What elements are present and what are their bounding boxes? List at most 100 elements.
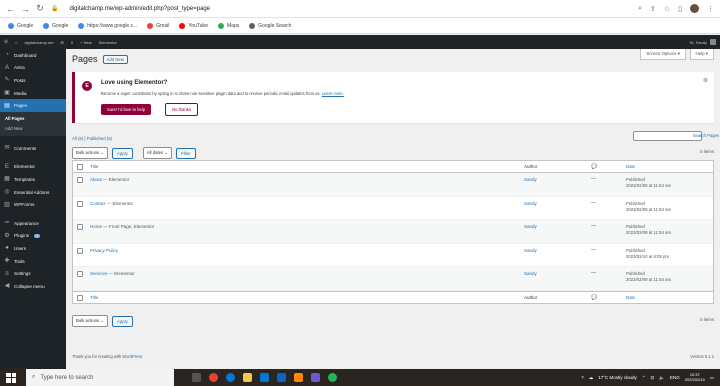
new-content-link[interactable]: + New [80,40,91,45]
bookmark-5[interactable]: Maps [218,22,239,29]
title-cell[interactable]: Contact — Elementor [90,201,133,206]
search-icon[interactable]: ⌕ [638,5,642,13]
sidepanel-icon[interactable]: ▯ [678,5,682,13]
row-checkbox[interactable] [77,164,83,170]
bookmark-3[interactable]: Gmail [147,22,169,29]
elementor-link[interactable]: Elementor [99,40,117,45]
sidebar-item-elementor[interactable]: E Elementor [0,161,66,174]
dismiss-icon[interactable]: ⊗ [703,77,708,84]
lock-icon[interactable]: 🔒 [51,5,58,12]
help-icon[interactable]: ? [581,375,584,380]
sidebar-item-collapse-menu[interactable]: ◀ Collapse menu [0,280,66,293]
taskbar-search[interactable]: ⌕ Type here to search [26,369,174,386]
apply-button[interactable]: Apply [111,147,133,159]
author-cell[interactable]: Author [524,164,537,169]
sidebar-item-tools[interactable]: ✚ Tools [0,255,66,268]
submenu-item-add-new[interactable]: Add New [0,124,66,134]
weather-text[interactable]: 17°C Mostly cloudy [598,375,637,380]
page-title-link[interactable]: Services [90,271,107,276]
page-title-link[interactable]: Title [90,164,98,169]
edge-icon[interactable] [226,373,235,382]
author-cell[interactable]: Sandy [524,271,537,276]
tray-arrow-icon[interactable]: ⌃ [642,375,646,381]
page-title-link[interactable]: Privacy Policy [90,248,118,253]
spotify-icon[interactable] [328,373,337,382]
apply-button-bottom[interactable]: Apply [111,315,133,327]
page-title-link[interactable]: Contact [90,201,106,206]
profile-avatar[interactable] [690,4,699,13]
title-cell[interactable]: Privacy Policy [90,248,118,253]
star-icon[interactable]: ☆ [664,5,670,13]
sidebar-item-appearance[interactable]: ✑ Appearance [0,217,66,230]
sidebar-item-media[interactable]: ▣ Media [0,87,66,100]
add-new-button[interactable]: Add New [102,54,128,64]
sidebar-item-wpforms[interactable]: ▥ WPForms [0,198,66,211]
no-thanks-button[interactable]: No thanks [165,103,198,116]
app-icon[interactable] [311,373,320,382]
forward-icon[interactable]: → [21,4,30,14]
bulk-actions-select-bottom[interactable]: Bulk actions ⌄ [72,315,108,327]
row-checkbox[interactable] [77,271,83,277]
row-checkbox[interactable] [77,224,83,230]
comments-icon[interactable]: ✉ [61,40,64,45]
author-cell[interactable]: Sandy [524,224,537,229]
file-explorer-icon[interactable] [243,373,252,382]
bulk-actions-select[interactable]: Bulk actions ⌄ [72,147,108,159]
sidebar-item-settings[interactable]: ≡ Settings [0,267,66,280]
sidebar-item-comments[interactable]: ✉ Comments [0,142,66,155]
title-cell[interactable]: Title [90,295,98,300]
date-cell[interactable]: Date [626,164,635,170]
chrome-icon[interactable] [209,373,218,382]
bookmark-6[interactable]: Google Search [249,22,292,29]
sidebar-item-plugins[interactable]: ⚙ Plugins 1 [0,230,66,243]
filter-button[interactable]: Filter [176,147,196,159]
home-icon[interactable]: ⌂ [15,40,17,45]
author-cell[interactable]: Sandy [524,201,537,206]
filter-all[interactable]: All (5) [72,136,83,141]
back-icon[interactable]: ← [6,4,15,14]
filter-published[interactable]: Published (5) [87,136,112,141]
sidebar-item-astra[interactable]: A Astra [0,62,66,75]
address-bar[interactable]: digitalchamp.me/wp-admin/edit.php?post_t… [69,6,210,12]
bookmark-4[interactable]: YouTube [179,22,208,29]
vlc-icon[interactable] [294,373,303,382]
reload-icon[interactable]: ↻ [36,3,44,14]
sidebar-item-posts[interactable]: ✎ Posts [0,74,66,87]
avatar[interactable] [710,39,716,45]
sidebar-item-users[interactable]: ● Users [0,242,66,255]
site-name[interactable]: digitalchamp.me [24,40,53,45]
search-pages-button[interactable]: Search Pages [693,131,719,140]
store-icon[interactable] [260,373,269,382]
row-checkbox[interactable] [77,177,83,183]
greeting[interactable]: Hi, Sandy [690,40,707,45]
bookmark-0[interactable]: Google [8,22,33,29]
mail-icon[interactable] [277,373,286,382]
screen-options-button[interactable]: Screen Options ▾ [640,49,686,60]
notifications-icon[interactable]: ▭ [710,375,714,381]
title-cell[interactable]: Services — Elementor [90,271,135,276]
author-cell[interactable]: Sandy [524,177,537,182]
row-checkbox[interactable] [77,294,83,301]
comments-count[interactable]: 0 [71,40,73,45]
windows-start-icon[interactable] [6,372,16,383]
title-cell[interactable]: Home — Front Page, Elementor [90,224,154,229]
title-cell[interactable]: Title [90,164,98,169]
menu-icon[interactable]: ⋮ [707,5,714,13]
submenu-item-all-pages[interactable]: All Pages [0,114,66,124]
help-opt-in-button[interactable]: Sure! I'd love to help [101,104,152,115]
network-icon[interactable]: ⊡ [651,375,655,381]
sidebar-item-essential-addons[interactable]: ◎ Essential Addons [0,186,66,199]
row-checkbox[interactable] [77,200,83,207]
task-view-icon[interactable] [192,373,201,382]
page-title-link[interactable]: Home [90,224,102,229]
sidebar-item-pages[interactable]: ▤ Pages [0,99,66,112]
author-cell[interactable]: Author [524,295,537,300]
author-cell[interactable]: Sandy [524,248,537,253]
sidebar-item-templates[interactable]: ▦ Templates [0,173,66,186]
wordpress-logo-icon[interactable]: Ⓦ [4,39,8,45]
share-icon[interactable]: ⇪ [650,5,656,13]
date-cell[interactable]: Date [626,295,635,301]
row-checkbox[interactable] [77,247,83,254]
page-title-link[interactable]: Title [90,295,98,300]
dates-select[interactable]: All dates ⌄ [142,147,172,159]
